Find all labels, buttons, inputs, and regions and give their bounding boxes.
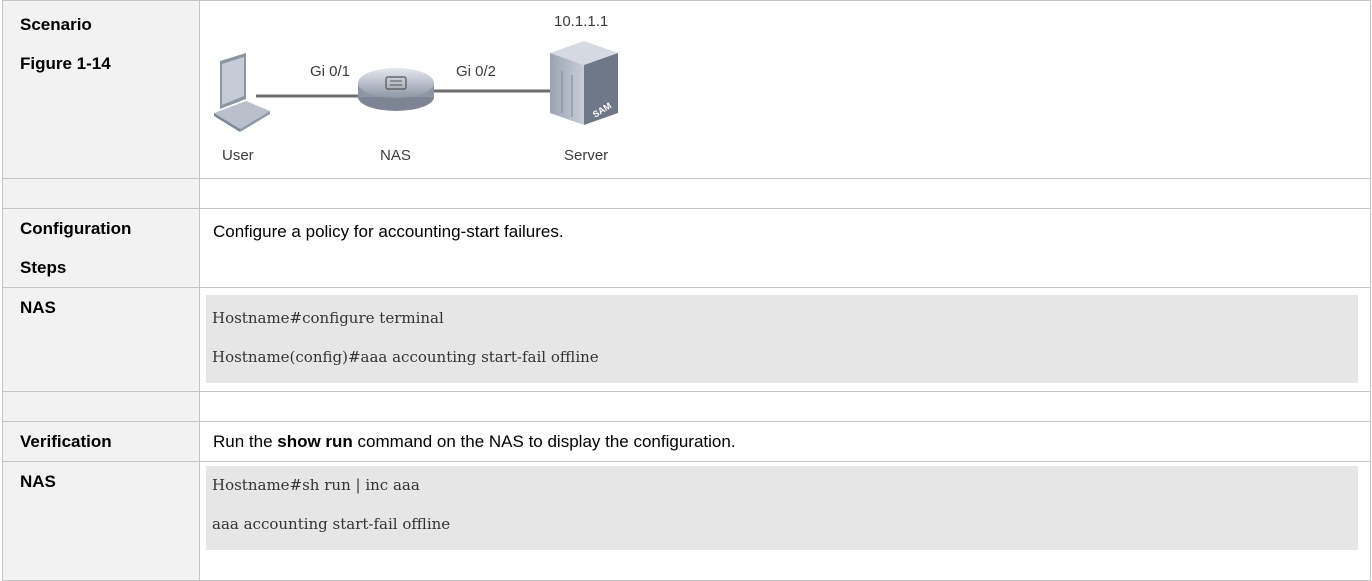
code-line: Hostname#sh run | inc aaa [212, 476, 420, 494]
port-gi-0-1-label: Gi 0/1 [310, 63, 351, 80]
configuration-steps-row: Configuration Steps Configure a policy f… [2, 208, 1371, 288]
nas-label: NAS [380, 147, 411, 164]
steps-label: Steps [20, 258, 67, 277]
spacer-label-cell [2, 178, 200, 209]
spacer-value-cell [199, 391, 1371, 422]
code-line: aaa accounting start-fail offline [212, 515, 451, 533]
user-label: User [222, 147, 254, 164]
nas-config-cell: Hostname#configure terminal Hostname(con… [199, 287, 1371, 392]
scenario-label-cell: Scenario Figure 1-14 [2, 0, 200, 179]
verification-row: Verification Run the show run command on… [2, 421, 1371, 462]
scenario-diagram-cell: 10.1.1.1 Gi 0/1 Gi 0/2 SAM User NAS Serv… [199, 0, 1371, 179]
nas-verify-code-block: Hostname#sh run | inc aaa aaa accounting… [206, 466, 1358, 550]
spacer-row [2, 391, 1371, 422]
verification-label: Verification [2, 421, 200, 462]
verification-text-after: command on the NAS to display the config… [352, 432, 736, 451]
nas-verify-cell: Hostname#sh run | inc aaa aaa accounting… [199, 461, 1371, 581]
code-line: Hostname#configure terminal [212, 309, 444, 327]
configuration-steps-label-cell: Configuration Steps [2, 208, 200, 288]
scenario-row: Scenario Figure 1-14 10.1.1.1 Gi 0/1 Gi … [2, 0, 1371, 179]
server-label: Server [564, 147, 609, 164]
nas-config-label: NAS [2, 287, 200, 392]
spacer-label-cell [2, 391, 200, 422]
code-line: Hostname(config)#aaa accounting start-fa… [212, 348, 599, 366]
configuration-steps-text: Configure a policy for accounting-start … [199, 208, 1371, 288]
nas-config-code-block: Hostname#configure terminal Hostname(con… [206, 295, 1358, 383]
switch-icon [358, 68, 434, 111]
verification-text: Run the show run command on the NAS to d… [199, 421, 1371, 462]
server-icon [550, 41, 618, 125]
topology-diagram: 10.1.1.1 Gi 0/1 Gi 0/2 SAM User NAS Serv… [200, 1, 700, 175]
configuration-label: Configuration [20, 219, 132, 238]
spacer-value-cell [199, 178, 1371, 209]
spacer-row [2, 178, 1371, 209]
nas-verify-row: NAS Hostname#sh run | inc aaa aaa accoun… [2, 461, 1371, 581]
port-gi-0-2-label: Gi 0/2 [456, 63, 497, 80]
verification-text-before: Run the [213, 432, 278, 451]
laptop-icon [214, 53, 270, 132]
nas-verify-label: NAS [2, 461, 200, 581]
topology-lines [214, 41, 618, 132]
verification-command: show run [277, 432, 353, 451]
configuration-table: Scenario Figure 1-14 10.1.1.1 Gi 0/1 Gi … [2, 0, 1371, 581]
server-ip-label: 10.1.1.1 [554, 13, 609, 30]
scenario-label: Scenario [20, 15, 92, 34]
figure-label: Figure 1-14 [20, 54, 111, 73]
nas-config-row: NAS Hostname#configure terminal Hostname… [2, 287, 1371, 392]
